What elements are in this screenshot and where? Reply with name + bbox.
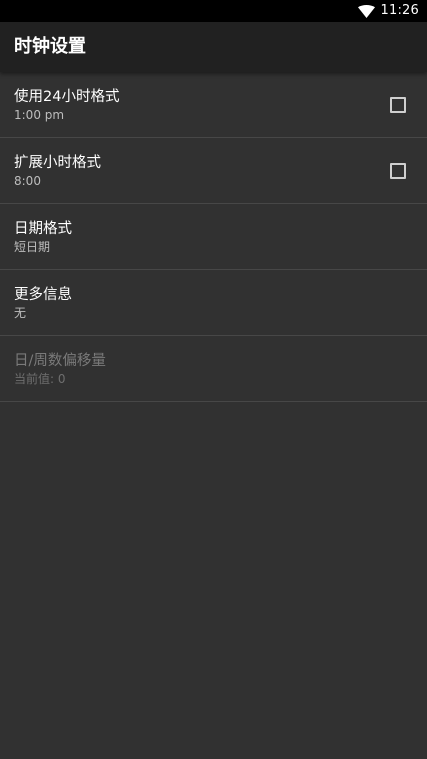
pref-summary: 8:00 [14, 174, 41, 188]
pref-date-format[interactable]: 日期格式 短日期 [0, 204, 427, 270]
pref-title: 日期格式 [14, 221, 72, 237]
checkbox-extended-hour-format[interactable] [390, 163, 406, 179]
pref-week-number-offset: 日/周数偏移量 当前值: 0 [0, 336, 427, 402]
page-title: 时钟设置 [14, 36, 86, 57]
checkbox-24-hour-format[interactable] [390, 97, 406, 113]
wifi-icon [357, 4, 375, 18]
pref-title: 日/周数偏移量 [14, 353, 106, 369]
status-time: 11:26 [380, 3, 419, 18]
pref-extended-hour-format[interactable]: 扩展小时格式 8:00 [0, 138, 427, 204]
status-bar: 11:26 [0, 0, 427, 22]
status-bar-right: 11:26 [357, 0, 419, 22]
app-bar: 时钟设置 [0, 22, 427, 72]
pref-title: 扩展小时格式 [14, 155, 101, 171]
pref-24-hour-format[interactable]: 使用24小时格式 1:00 pm [0, 72, 427, 138]
pref-summary: 当前值: 0 [14, 372, 66, 386]
pref-title: 更多信息 [14, 287, 72, 303]
pref-title: 使用24小时格式 [14, 89, 120, 105]
preference-list: 使用24小时格式 1:00 pm 扩展小时格式 8:00 日期格式 短日期 更多… [0, 72, 427, 402]
pref-summary: 短日期 [14, 240, 51, 254]
pref-more-info[interactable]: 更多信息 无 [0, 270, 427, 336]
pref-summary: 1:00 pm [14, 108, 65, 122]
pref-summary: 无 [14, 306, 27, 320]
